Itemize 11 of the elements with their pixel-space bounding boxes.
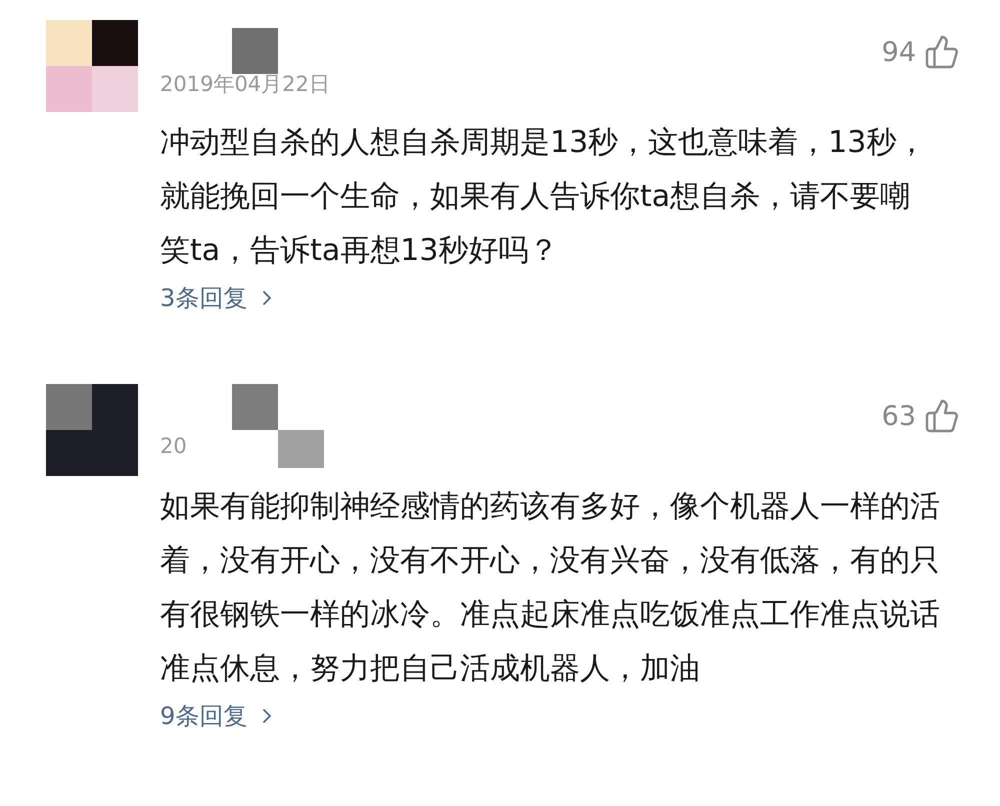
comment-text: 如果有能抑制神经感情的药该有多好，像个机器人一样的活着，没有开心，没有不开心，没有兴奋，没有低落，有的只有很钢铁一样的冰冷。准点起床准点吃饭准点工作准点说话准点休息，努力把自己活成机器人，加油 <box>160 488 940 688</box>
replies-link[interactable]: 9条回复 <box>160 700 280 732</box>
replies-link[interactable]: 3条回复 <box>160 282 280 314</box>
comment-text: 冲动型自杀的人想自杀周期是13秒，这也意味着，13秒，就能挽回一个生命，如果有人告诉你ta想自杀，请不要嘲笑ta，告诉ta再想13秒好吗？ <box>160 124 928 270</box>
thumbs-up-icon[interactable] <box>924 34 960 70</box>
like-count: 63 <box>882 400 916 432</box>
censor-mosaic <box>232 28 278 74</box>
comment-date: 2019年04月22日 <box>160 71 330 98</box>
like-count: 94 <box>882 36 916 68</box>
comment-date: 20 <box>160 434 187 458</box>
thumbs-up-icon[interactable] <box>924 398 960 434</box>
